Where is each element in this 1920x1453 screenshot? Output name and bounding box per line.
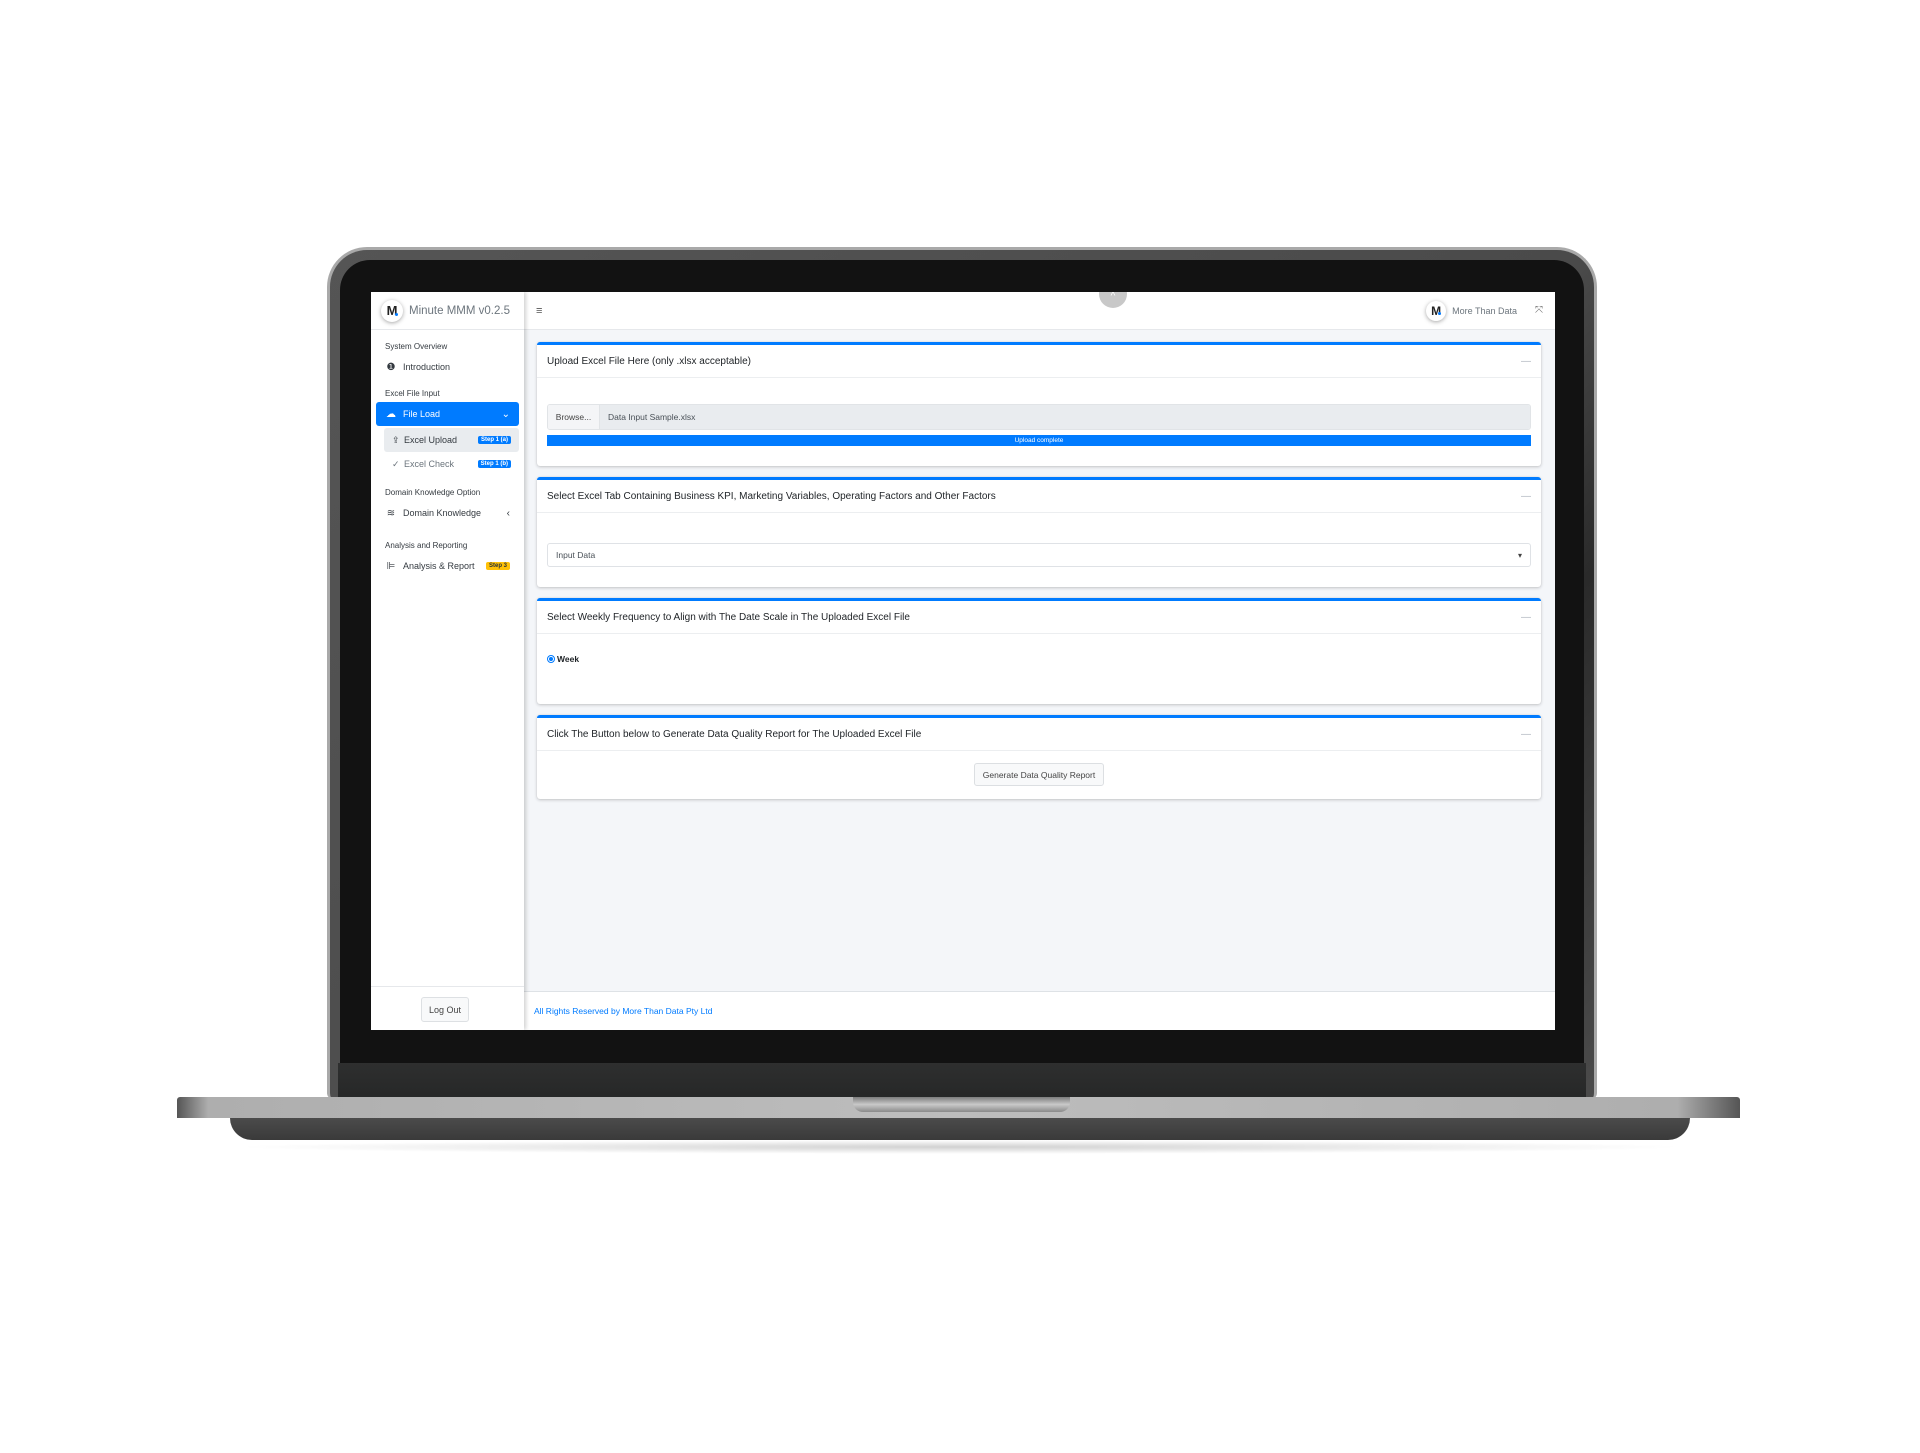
step-badge: Step 1 (a): [477, 436, 511, 444]
chevron-left-icon: ‹: [506, 507, 510, 519]
cloud-upload-icon: ☁: [386, 408, 396, 420]
info-circle-icon: ❶: [386, 361, 396, 373]
hamburger-menu-icon[interactable]: ≡: [536, 305, 542, 317]
radio-button[interactable]: [547, 655, 555, 663]
select-value: Input Data: [556, 550, 596, 560]
card-header: Upload Excel File Here (only .xlsx accep…: [537, 345, 1541, 378]
sheet-select-card: Select Excel Tab Containing Business KPI…: [537, 477, 1541, 587]
app-screen: M Minute MMM v0.2.5 System Overview ❶ In…: [371, 292, 1555, 1030]
minimize-icon[interactable]: —: [1521, 612, 1531, 623]
card-title: Select Excel Tab Containing Business KPI…: [547, 490, 996, 502]
caret-down-icon: ▾: [1517, 550, 1522, 560]
radio-label: Week: [557, 654, 580, 664]
minimize-icon[interactable]: —: [1521, 491, 1531, 502]
sidebar: M Minute MMM v0.2.5 System Overview ❶ In…: [371, 292, 524, 1030]
browse-button[interactable]: Browse...: [548, 405, 600, 429]
sidebar-item-label: Domain Knowledge: [403, 508, 482, 518]
brand[interactable]: M Minute MMM v0.2.5: [371, 292, 524, 330]
user-avatar: M: [1426, 300, 1447, 321]
brand-logo: M: [381, 299, 403, 322]
footer: All Rights Reserved by More Than Data Pt…: [524, 991, 1555, 1030]
sidebar-item-label: Excel Check: [404, 459, 455, 469]
chevron-down-icon: ⌄: [501, 408, 510, 420]
card-title: Select Weekly Frequency to Align with Th…: [547, 611, 910, 623]
logout-button[interactable]: Log Out: [421, 997, 469, 1022]
laptop-chin: [338, 1063, 1586, 1099]
sidebar-item-introduction[interactable]: ❶ Introduction: [371, 355, 524, 379]
upload-progress-bar: Upload complete: [547, 435, 1531, 446]
nav-header-system-overview: System Overview: [385, 342, 448, 351]
step-badge: Step 1 (b): [477, 460, 511, 468]
card-header: Select Weekly Frequency to Align with Th…: [537, 601, 1541, 634]
chart-icon: ⊫: [386, 560, 396, 572]
upload-icon: ⇪: [392, 434, 400, 445]
laptop-notch: [853, 1097, 1070, 1112]
layers-icon: ≋: [386, 507, 396, 519]
file-name-field: Data Input Sample.xlsx: [600, 405, 1530, 429]
upload-card: Upload Excel File Here (only .xlsx accep…: [537, 342, 1541, 466]
card-header: Click The Button below to Generate Data …: [537, 718, 1541, 751]
brand-title: Minute MMM v0.2.5: [409, 304, 510, 317]
report-card: Click The Button below to Generate Data …: [537, 715, 1541, 799]
sidebar-item-excel-check[interactable]: ✓ Excel Check Step 1 (b): [384, 452, 519, 476]
main-content: Upload Excel File Here (only .xlsx accep…: [537, 342, 1541, 810]
user-name: More Than Data: [1452, 305, 1517, 316]
sidebar-item-excel-upload[interactable]: ⇪ Excel Upload Step 1 (a): [384, 428, 519, 452]
check-icon: ✓: [392, 458, 400, 469]
sidebar-item-domain-knowledge[interactable]: ≋ Domain Knowledge ‹: [371, 501, 524, 525]
collapse-up-button[interactable]: ^: [1099, 292, 1127, 308]
nav-header-excel-file-input: Excel File Input: [385, 389, 440, 398]
sidebar-item-label: File Load: [403, 409, 441, 419]
minimize-icon[interactable]: —: [1521, 729, 1531, 740]
sidebar-divider: [371, 986, 524, 987]
generate-report-button[interactable]: Generate Data Quality Report: [973, 763, 1105, 786]
radio-week[interactable]: Week: [547, 654, 1531, 664]
minimize-icon[interactable]: —: [1521, 356, 1531, 367]
nav-header-domain-knowledge: Domain Knowledge Option: [385, 488, 481, 497]
step-badge: Step 3: [485, 562, 510, 570]
frequency-card: Select Weekly Frequency to Align with Th…: [537, 598, 1541, 704]
sidebar-item-label: Introduction: [403, 362, 451, 372]
sidebar-item-analysis-report[interactable]: ⊫ Analysis & Report Step 3: [371, 554, 524, 578]
fullscreen-icon[interactable]: ⤧: [1535, 305, 1543, 316]
sidebar-item-label: Analysis & Report: [403, 561, 475, 571]
sidebar-item-label: Excel Upload: [404, 435, 458, 445]
nav-header-analysis-reporting: Analysis and Reporting: [385, 541, 468, 550]
progress-label: Upload complete: [1014, 437, 1064, 444]
file-upload-input[interactable]: Browse... Data Input Sample.xlsx: [547, 404, 1531, 430]
laptop-shadow: [230, 1140, 1690, 1154]
footer-link[interactable]: All Rights Reserved by More Than Data Pt…: [534, 1006, 712, 1016]
card-title: Click The Button below to Generate Data …: [547, 728, 922, 740]
sidebar-item-file-load[interactable]: ☁ File Load ⌄: [376, 402, 519, 426]
laptop-base-bottom: [230, 1118, 1690, 1140]
excel-tab-select[interactable]: Input Data ▾: [547, 543, 1531, 567]
user-menu[interactable]: M More Than Data ⤧: [1426, 300, 1543, 321]
top-navbar: ≡ ^ M More Than Data ⤧: [524, 292, 1555, 330]
card-title: Upload Excel File Here (only .xlsx accep…: [547, 355, 751, 367]
card-header: Select Excel Tab Containing Business KPI…: [537, 480, 1541, 513]
